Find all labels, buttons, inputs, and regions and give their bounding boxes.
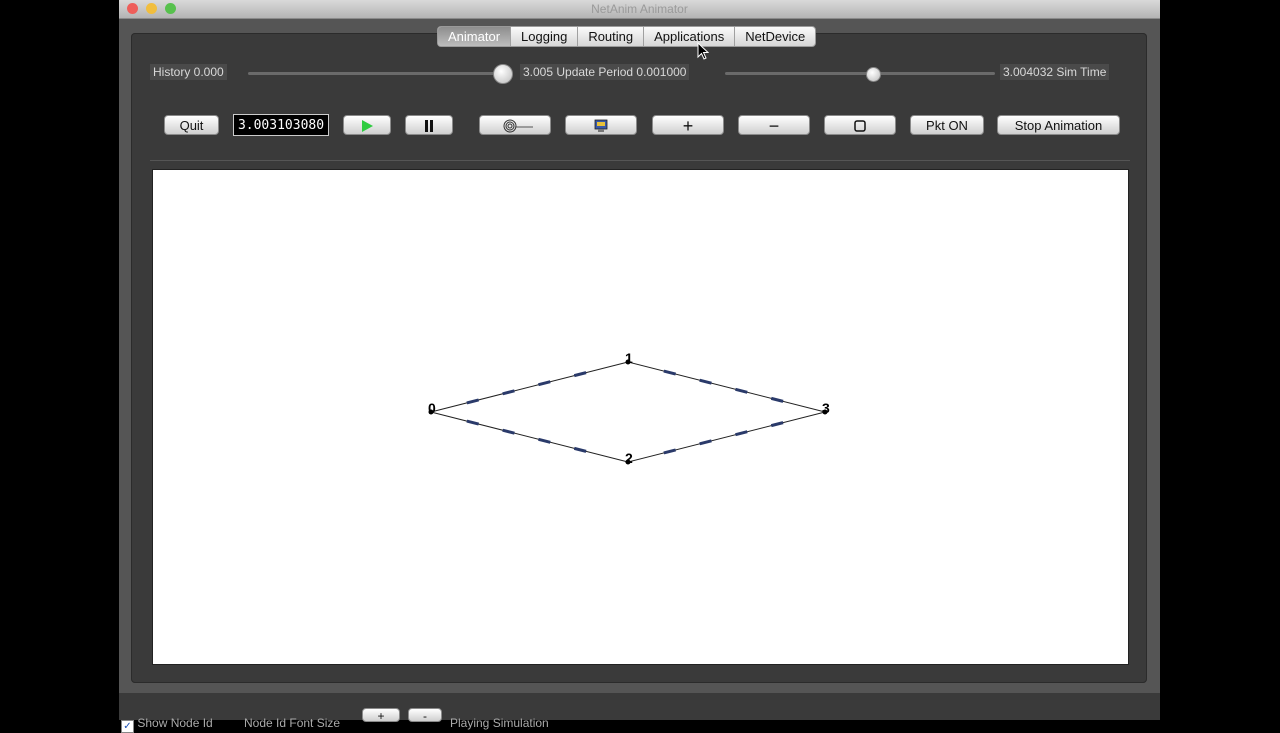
window-title: NetAnim Animator — [591, 2, 688, 16]
mouse-cursor-icon — [697, 42, 709, 60]
packet-mark — [735, 387, 748, 394]
packet-mark — [466, 398, 480, 405]
packet-mark — [699, 439, 712, 446]
pause-icon — [425, 120, 433, 132]
tab-bar: Animator Logging Routing Applications Ne… — [437, 26, 817, 47]
play-icon — [362, 120, 373, 132]
packet-mark — [466, 419, 480, 426]
simulation-status: Playing Simulation — [450, 716, 549, 730]
packet-mark — [770, 421, 784, 428]
time-display: 3.003103080 — [233, 114, 329, 136]
zoom-in-button[interactable]: + — [652, 115, 724, 136]
node-id-label: 0 — [428, 400, 436, 416]
history-slider-track[interactable] — [248, 72, 498, 75]
node-id-label: 1 — [625, 350, 633, 366]
show-node-id-label: Show Node Id — [137, 716, 213, 730]
show-node-id-checkbox[interactable]: ✓ Show Node Id — [121, 716, 213, 733]
play-button[interactable] — [343, 115, 391, 135]
fingerprint-icon — [503, 119, 533, 133]
packet-mark — [663, 448, 677, 455]
history-slider-knob[interactable] — [493, 64, 513, 84]
update-period-label: 3.005 Update Period 0.001000 — [520, 64, 690, 80]
node-id-label: 2 — [625, 450, 633, 466]
title-bar: NetAnim Animator — [119, 0, 1160, 19]
link-0-2 — [430, 411, 629, 463]
packet-mark — [538, 380, 551, 387]
tab-netdevice[interactable]: NetDevice — [734, 27, 815, 46]
snapshot-button[interactable] — [565, 115, 637, 135]
stop-animation-button[interactable]: Stop Animation — [997, 115, 1120, 135]
toolbar-divider — [150, 160, 1130, 161]
packet-toggle-button[interactable]: Pkt ON — [910, 115, 984, 135]
sim-time-slider-track[interactable] — [725, 72, 995, 75]
packet-mark — [573, 371, 587, 378]
pause-button[interactable] — [405, 115, 453, 135]
link-2-3 — [627, 411, 826, 463]
reset-button[interactable] — [824, 115, 896, 135]
link-0-1 — [430, 361, 629, 413]
packet-mark — [699, 378, 712, 385]
zoom-out-button[interactable]: − — [738, 115, 810, 136]
node-id-label: 3 — [822, 400, 830, 416]
packet-mark — [573, 446, 587, 453]
tab-routing[interactable]: Routing — [577, 27, 643, 46]
checkmark-icon: ✓ — [121, 720, 134, 733]
stop-square-icon — [854, 120, 866, 132]
node-id-font-size-label: Node Id Font Size — [244, 716, 341, 730]
update-period-slider-knob[interactable] — [866, 67, 881, 82]
packet-mark — [502, 389, 515, 396]
link-1-3 — [627, 361, 826, 413]
topology-graph[interactable]: 0 1 2 3 — [153, 170, 1128, 664]
quit-button[interactable]: Quit — [164, 115, 219, 135]
sim-time-label: 3.004032 Sim Time — [1000, 64, 1110, 80]
tab-animator[interactable]: Animator — [438, 27, 511, 46]
packet-mark — [735, 430, 748, 437]
animation-canvas[interactable]: 0 1 2 3 — [152, 169, 1129, 665]
tab-logging[interactable]: Logging — [510, 27, 577, 46]
packet-mark — [770, 396, 784, 403]
tab-applications[interactable]: Applications — [643, 27, 734, 46]
snapshot-icon — [594, 119, 608, 132]
packet-mark — [502, 428, 515, 435]
fit-to-view-button[interactable] — [479, 115, 551, 135]
packet-mark — [538, 437, 551, 444]
packet-mark — [663, 369, 677, 376]
history-label: History 0.000 — [150, 64, 227, 80]
